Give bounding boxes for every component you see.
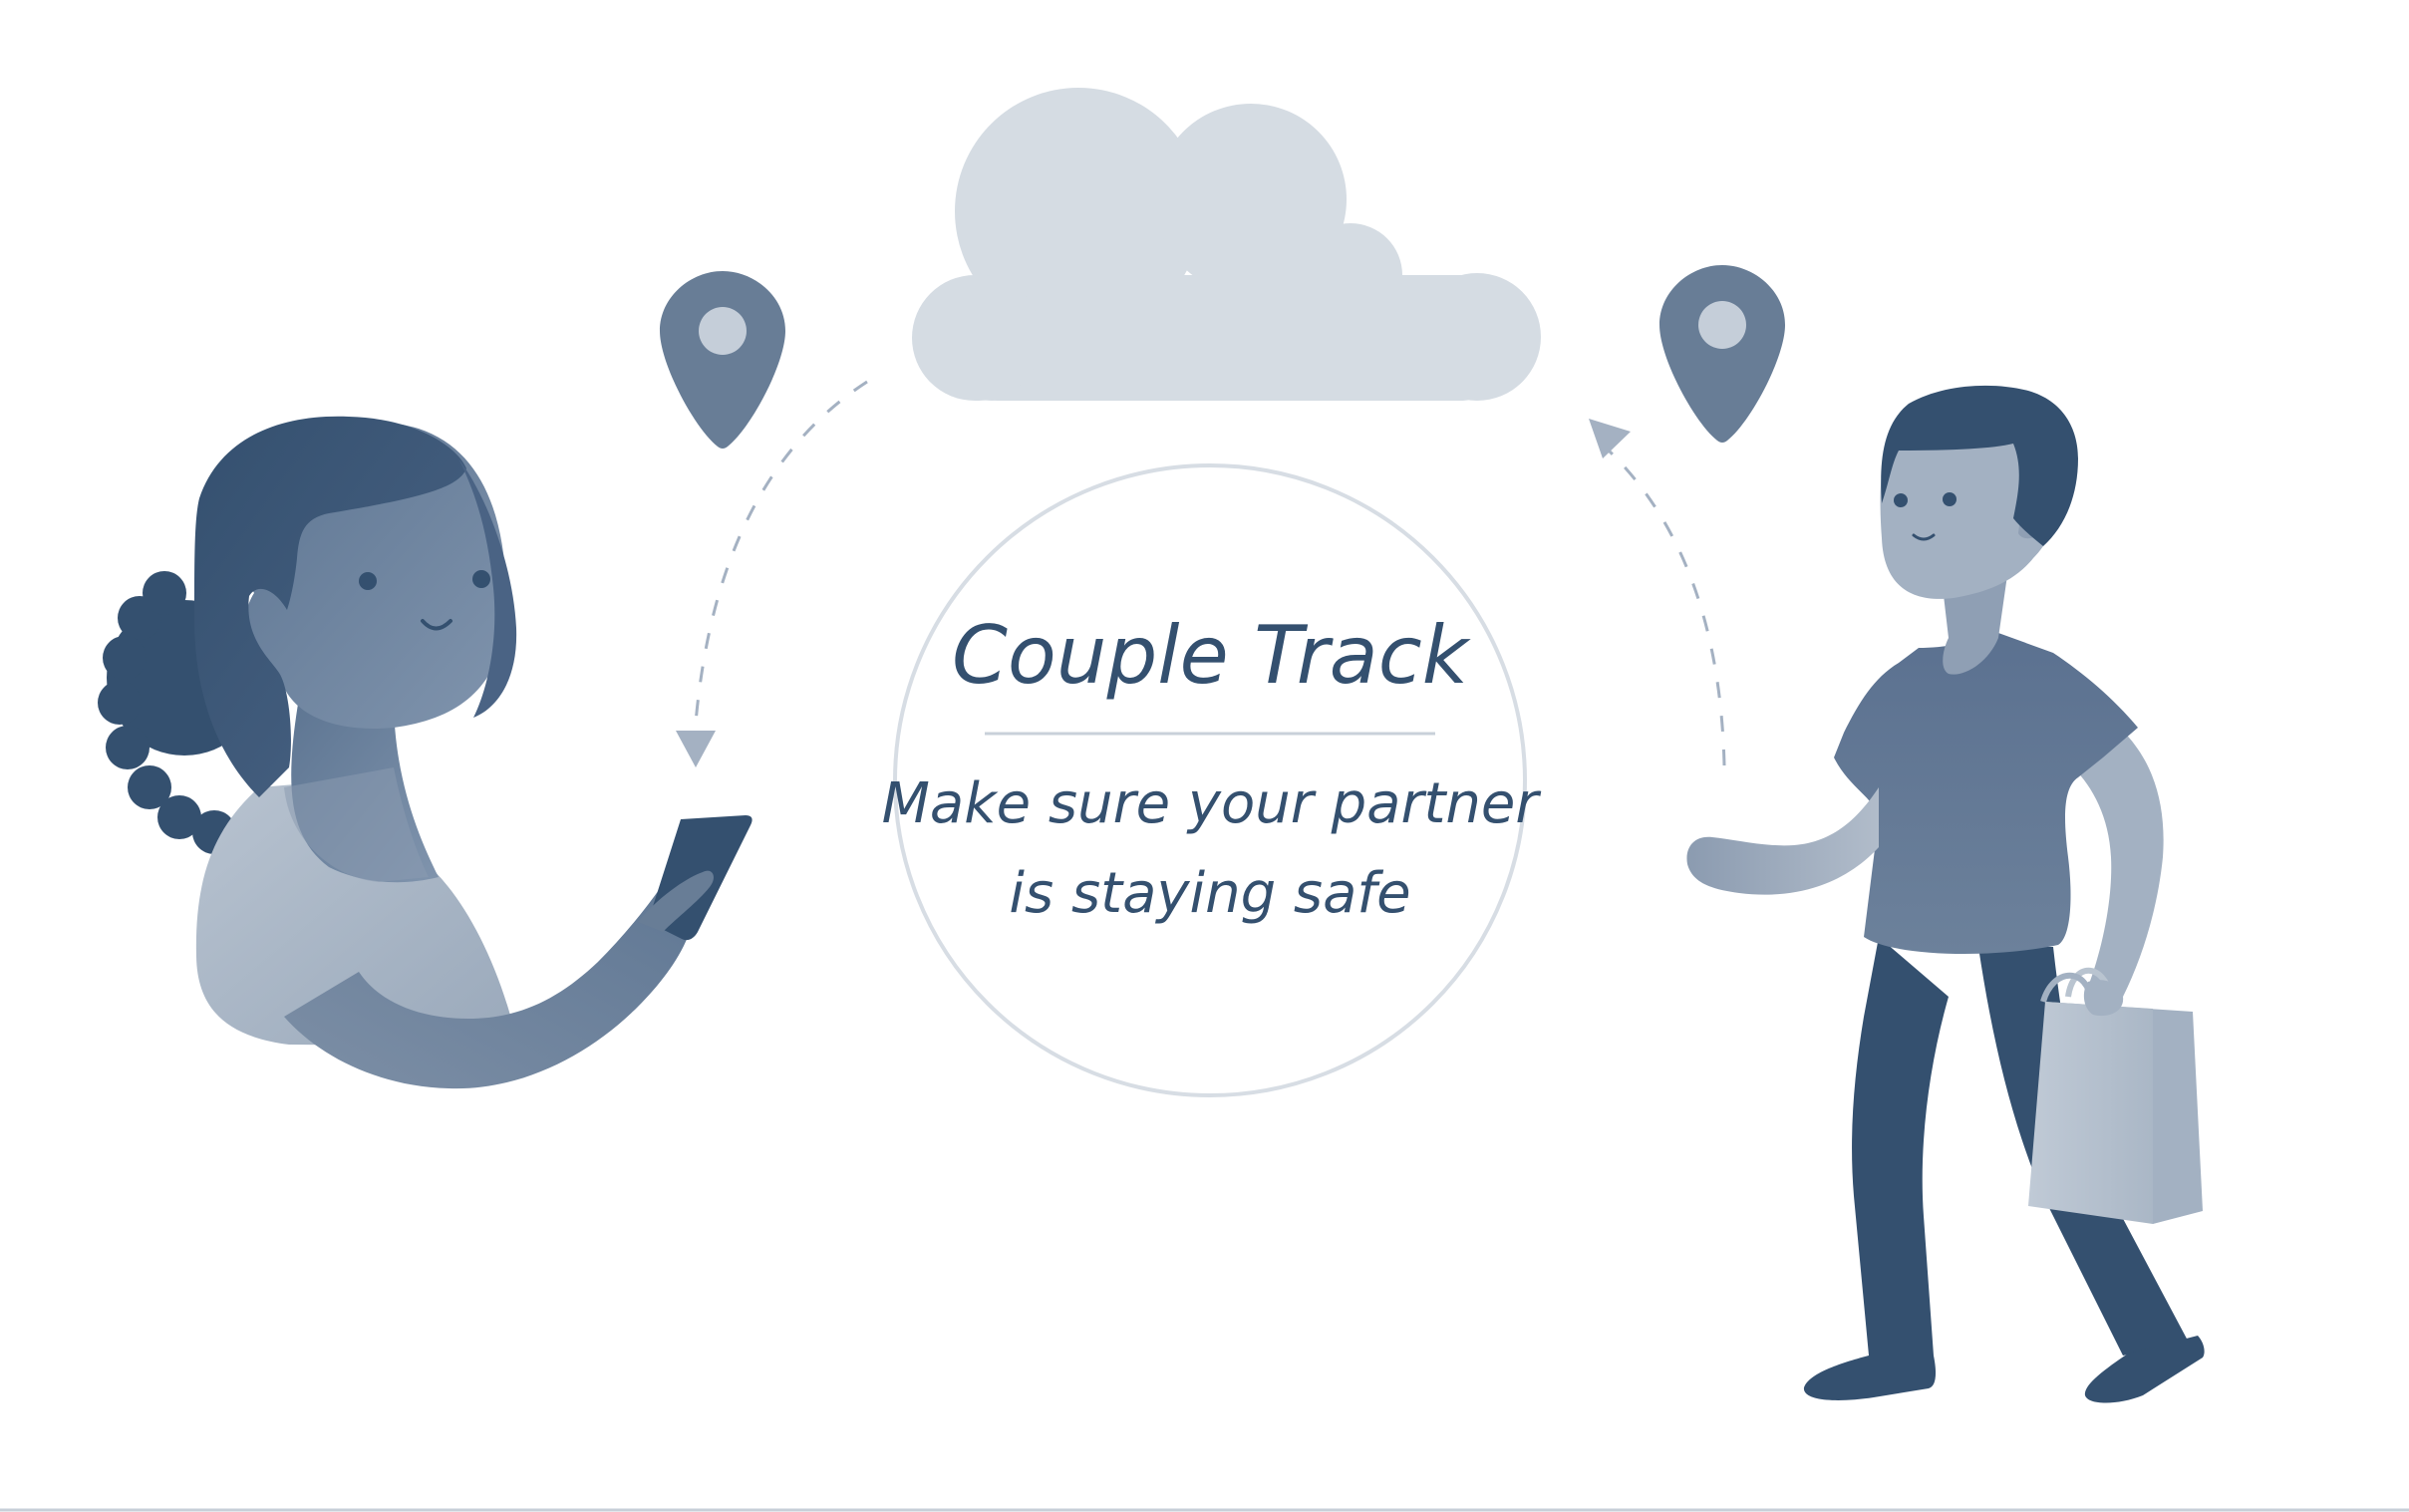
cloud-icon [912, 88, 1541, 401]
location-pin-icon-left [660, 271, 785, 449]
man-arm-front [1686, 787, 1879, 895]
man-leg-left [1852, 937, 1949, 1356]
man-shirt [1834, 633, 2138, 955]
tagline-line-1: Make sure your partner [882, 771, 1542, 836]
woman-eye-right [472, 570, 490, 588]
man-figure [1686, 385, 2205, 1403]
tagline-line-2: is staying safe [1009, 861, 1410, 926]
arrow-head-down [676, 731, 716, 767]
location-pin-icon-right [1659, 265, 1785, 443]
man-eye-left [1894, 493, 1908, 507]
arrow-man-to-cloud [1607, 449, 1726, 766]
app-title: Couple Track [952, 609, 1471, 702]
man-eye-right [1943, 492, 1957, 506]
woman-figure [98, 416, 753, 1089]
woman-eye-left [359, 572, 377, 590]
couple-track-illustration: Couple Track Make sure your partner is s… [0, 88, 2409, 1512]
man-shoe-left [1803, 1356, 1937, 1400]
